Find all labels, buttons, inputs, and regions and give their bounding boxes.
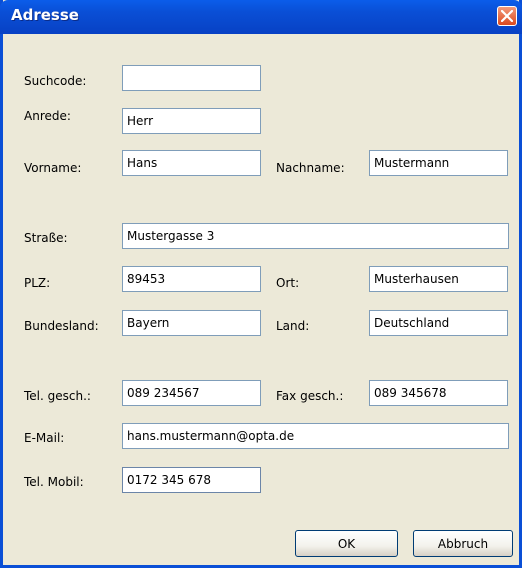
tel-mobil-label: Tel. Mobil: [24,475,84,489]
ort-label: Ort: [276,276,300,290]
nachname-label: Nachname: [276,161,345,175]
land-input[interactable] [369,310,508,336]
fax-gesch-label: Fax gesch.: [276,389,344,403]
plz-label: PLZ: [24,276,51,290]
plz-input[interactable] [122,266,261,292]
email-input[interactable] [122,423,509,449]
tel-gesch-label: Tel. gesch.: [24,389,91,403]
window-title: Adresse [11,6,79,24]
address-dialog: Adresse Suchcode: Anrede: Vorname: Nachn… [0,0,522,568]
suchcode-input[interactable] [122,65,261,91]
form-area: Suchcode: Anrede: Vorname: Nachname: Str… [3,34,519,565]
vorname-input[interactable] [122,150,261,176]
ort-input[interactable] [369,266,508,292]
close-button[interactable] [497,6,517,26]
ok-button[interactable]: OK [295,530,398,557]
tel-gesch-input[interactable] [122,380,261,406]
fax-gesch-input[interactable] [369,380,508,406]
land-label: Land: [276,319,310,333]
suchcode-label: Suchcode: [24,74,87,88]
title-bar[interactable]: Adresse [0,0,522,34]
cancel-button[interactable]: Abbruch [413,530,513,557]
strasse-label: Straße: [24,231,68,245]
email-label: E-Mail: [24,431,65,445]
nachname-input[interactable] [369,150,508,176]
vorname-label: Vorname: [24,161,82,175]
bundesland-label: Bundesland: [24,319,99,333]
tel-mobil-input[interactable] [122,467,261,493]
anrede-label: Anrede: [24,109,71,123]
bundesland-input[interactable] [122,310,261,336]
strasse-input[interactable] [122,223,509,249]
close-icon [501,10,513,22]
anrede-input[interactable] [122,108,261,134]
